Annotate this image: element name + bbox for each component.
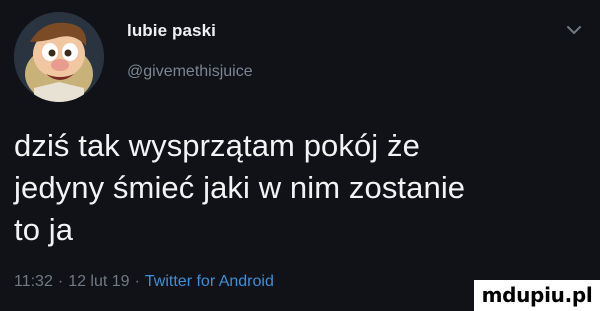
tweet-text-line: jedyny śmieć jaki w nim zostanie xyxy=(14,170,466,205)
tweet-date[interactable]: 12 lut 19 xyxy=(68,273,129,290)
author-name[interactable]: lubie paski xyxy=(127,21,216,41)
tweet-meta: 11:32 · 12 lut 19 · Twitter for Android xyxy=(14,273,274,291)
tweet-source-link[interactable]: Twitter for Android xyxy=(145,273,274,290)
watermark-logo: mdupiu.pl xyxy=(474,280,600,311)
tweet-text-line: dziś tak wysprzątam pokój że xyxy=(14,128,420,163)
avatar[interactable] xyxy=(14,12,104,102)
chevron-down-icon[interactable] xyxy=(566,24,582,36)
separator: · xyxy=(134,273,140,290)
author-handle[interactable]: @givemethisjuice xyxy=(127,63,253,81)
tweet-card: lubie paski @givemethisjuice dziś tak wy… xyxy=(0,0,600,311)
tweet-text: dziś tak wysprzątam pokój że jedyny śmie… xyxy=(14,125,584,251)
separator: · xyxy=(57,273,64,290)
cartoon-character-avatar-icon xyxy=(14,12,104,102)
tweet-time[interactable]: 11:32 xyxy=(14,273,53,290)
tweet-text-line: to ja xyxy=(14,212,74,247)
